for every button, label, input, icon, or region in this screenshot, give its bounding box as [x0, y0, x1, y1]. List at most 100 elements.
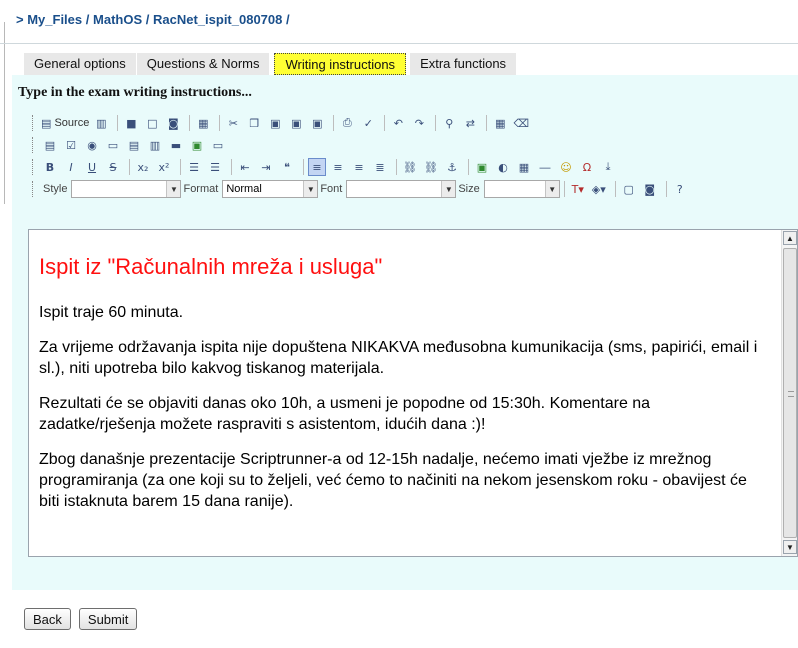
horizontal-rule-icon: ―	[539, 160, 551, 174]
select-all-icon: ▦	[495, 116, 506, 130]
new-page-icon: □	[147, 116, 158, 130]
scroll-thumb[interactable]	[783, 248, 797, 538]
anchor-button[interactable]: ⚓	[443, 158, 461, 176]
tab-extra-functions[interactable]: Extra functions	[410, 53, 518, 75]
bg-color-icon: ◈▾	[591, 182, 606, 196]
strike-button[interactable]: S	[104, 158, 122, 176]
find-button[interactable]: ⚲	[440, 114, 458, 132]
toolbar-grip[interactable]	[32, 115, 35, 131]
preview-button[interactable]: ◙	[164, 114, 182, 132]
back-button[interactable]: Back	[24, 608, 71, 630]
link-button[interactable]: ⛓	[401, 158, 419, 176]
style-dropdown[interactable]: ▼	[71, 180, 182, 198]
flash-icon: ◐	[498, 160, 508, 174]
cut-button[interactable]: ✂	[224, 114, 242, 132]
maximize-button[interactable]: ▢	[620, 180, 638, 198]
bg-color-button[interactable]: ◈▾	[590, 180, 608, 198]
replace-icon: ⇄	[465, 116, 475, 130]
radio-button[interactable]: ◉	[83, 136, 101, 154]
align-left-button[interactable]: ≡	[308, 158, 326, 176]
chevron-down-icon: ▼	[441, 181, 456, 197]
source-button[interactable]: ▤ Source	[41, 114, 89, 132]
numbered-list-button[interactable]: ☰	[185, 158, 203, 176]
bold-button[interactable]: B	[41, 158, 59, 176]
template-icon: ▥	[96, 116, 107, 130]
special-char-button[interactable]: Ω	[578, 158, 596, 176]
paste-button[interactable]: ▣	[266, 114, 284, 132]
image-button-button[interactable]: ▣	[188, 136, 206, 154]
superscript-button[interactable]: x²	[155, 158, 173, 176]
align-center-icon: ≡	[333, 160, 343, 174]
checkbox-button[interactable]: ☑	[62, 136, 80, 154]
image-button[interactable]: ▣	[473, 158, 491, 176]
blockquote-button[interactable]: ❝	[278, 158, 296, 176]
paste-icon: ▣	[270, 116, 281, 130]
text-color-button[interactable]: T▾	[569, 180, 587, 198]
subscript-button[interactable]: x₂	[134, 158, 152, 176]
unlink-button[interactable]: ⛓	[422, 158, 440, 176]
copy-button[interactable]: ❐	[245, 114, 263, 132]
align-center-button[interactable]: ≡	[329, 158, 347, 176]
paste-word-button[interactable]: ▣	[308, 114, 326, 132]
hidden-field-button[interactable]: ▭	[209, 136, 227, 154]
save-button[interactable]: ■	[122, 114, 140, 132]
writing-instructions-panel: Type in the exam writing instructions...…	[12, 75, 798, 590]
justify-button[interactable]: ≣	[371, 158, 389, 176]
eraser-icon: ⌫	[513, 116, 530, 130]
format-dropdown[interactable]: Normal ▼	[222, 180, 319, 198]
paste-word-icon: ▣	[312, 116, 323, 130]
breadcrumb-separator: /	[145, 12, 150, 27]
replace-button[interactable]: ⇄	[461, 114, 479, 132]
toolbar-grip[interactable]	[32, 137, 35, 153]
textarea-button[interactable]: ▤	[125, 136, 143, 154]
undo-button[interactable]: ↶	[389, 114, 407, 132]
tab-general-options[interactable]: General options	[24, 53, 137, 75]
select-all-button[interactable]: ▦	[491, 114, 509, 132]
show-blocks-button[interactable]: ◙	[641, 180, 659, 198]
breadcrumb-item-exam[interactable]: RacNet_ispit_080708	[153, 12, 282, 27]
submit-button[interactable]: Submit	[78, 608, 138, 630]
indent-button[interactable]: ⇥	[257, 158, 275, 176]
about-button[interactable]: ?	[671, 180, 689, 198]
toolbar-grip[interactable]	[32, 159, 35, 175]
spellcheck-button[interactable]: ✓	[359, 114, 377, 132]
editor-scrollbar[interactable]: ▲ ▼	[781, 230, 797, 556]
align-right-button[interactable]: ≡	[350, 158, 368, 176]
flash-button[interactable]: ◐	[494, 158, 512, 176]
size-dropdown[interactable]: ▼	[483, 180, 560, 198]
editor-area[interactable]: Ispit iz "Računalnih mreža i usluga" Isp…	[28, 229, 798, 557]
breadcrumb-item-mathos[interactable]: MathOS	[93, 12, 142, 27]
spellcheck-icon: ✓	[363, 116, 373, 130]
horizontal-rule-button[interactable]: ―	[536, 158, 554, 176]
print-button[interactable]: ⎙	[338, 114, 356, 132]
form-button[interactable]: ▤	[41, 136, 59, 154]
tab-questions-norms[interactable]: Questions & Norms	[136, 53, 271, 75]
button-field-button[interactable]: ▬	[167, 136, 185, 154]
scroll-up-button[interactable]: ▲	[783, 231, 797, 245]
editor-paragraph: Ispit traje 60 minuta.	[39, 304, 184, 321]
editor-content[interactable]: Ispit iz "Računalnih mreža i usluga" Isp…	[29, 230, 781, 556]
paste-from-template-button[interactable]: ▥	[92, 114, 110, 132]
underline-button[interactable]: U	[83, 158, 101, 176]
radio-icon: ◉	[87, 138, 97, 152]
smiley-button[interactable]: ☺	[557, 158, 575, 176]
page-break-button[interactable]: ⤓	[599, 158, 617, 176]
italic-button[interactable]: I	[62, 158, 80, 176]
left-frame-border	[4, 22, 10, 204]
redo-button[interactable]: ↷	[410, 114, 428, 132]
new-page-button[interactable]: □	[143, 114, 161, 132]
tab-writing-instructions[interactable]: Writing instructions	[274, 53, 407, 75]
scroll-down-button[interactable]: ▼	[783, 540, 797, 554]
select-field-button[interactable]: ▥	[146, 136, 164, 154]
font-dropdown[interactable]: ▼	[346, 180, 457, 198]
table-button[interactable]: ▦	[515, 158, 533, 176]
templates-button[interactable]: ▦	[194, 114, 212, 132]
outdent-button[interactable]: ⇤	[236, 158, 254, 176]
text-field-button[interactable]: ▭	[104, 136, 122, 154]
remove-format-button[interactable]: ⌫	[512, 114, 530, 132]
paste-text-button[interactable]: ▣	[287, 114, 305, 132]
toolbar-grip[interactable]	[32, 181, 35, 197]
print-icon: ⎙	[342, 116, 352, 129]
breadcrumb-item-my-files[interactable]: My_Files	[27, 12, 82, 27]
bulleted-list-button[interactable]: ☰	[206, 158, 224, 176]
